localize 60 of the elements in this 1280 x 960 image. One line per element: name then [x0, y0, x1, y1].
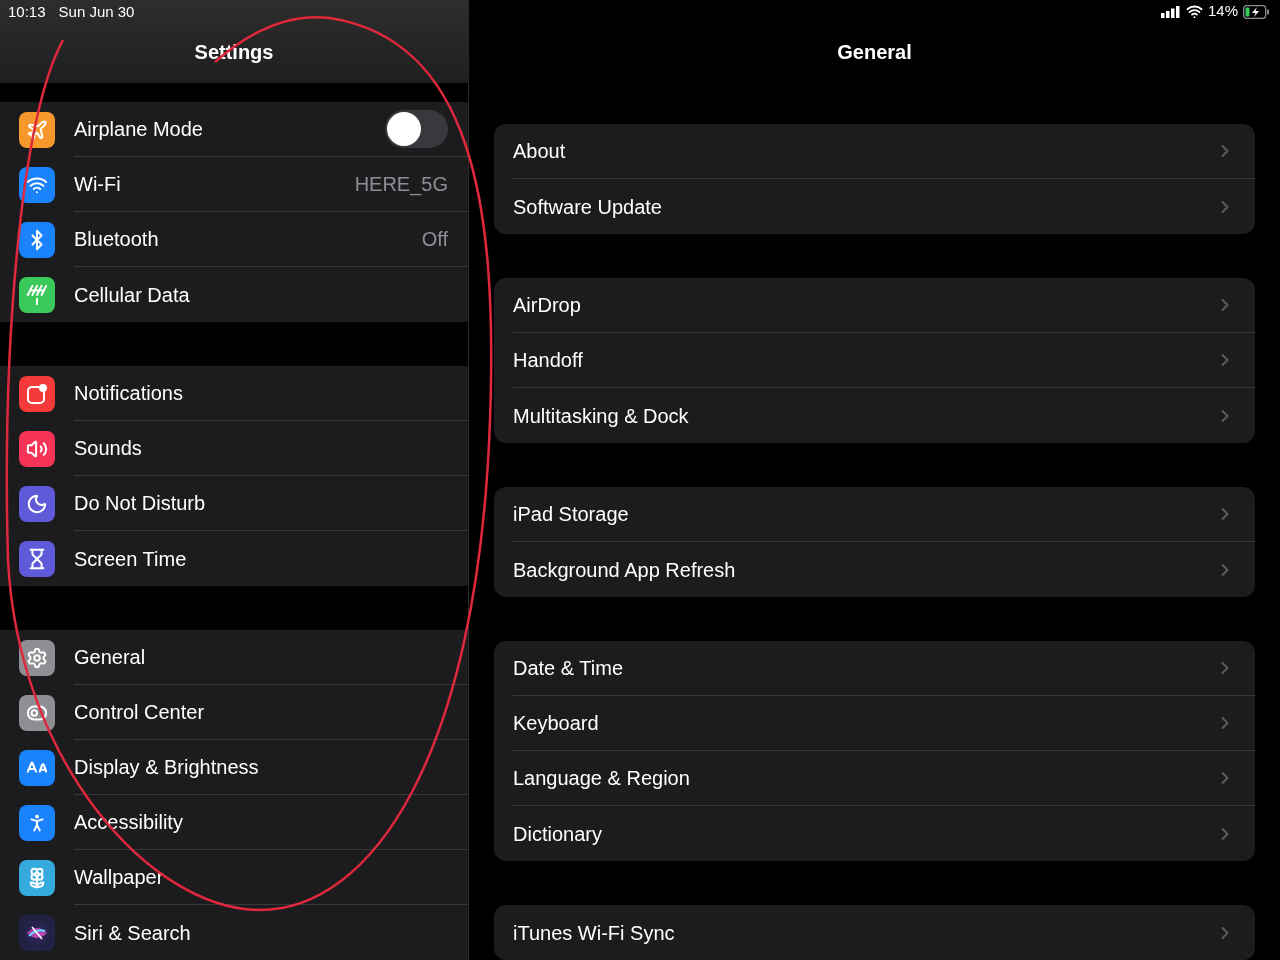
- sidebar-item[interactable]: Notifications: [0, 366, 468, 421]
- row-label: Software Update: [513, 194, 663, 220]
- sidebar-item[interactable]: Bluetooth Off: [0, 212, 468, 267]
- row-label: Language & Region: [513, 766, 691, 791]
- row-label: Dictionary: [513, 821, 603, 847]
- sidebar-item[interactable]: Wi-Fi HERE_5G: [0, 157, 468, 212]
- item-label: Wallpaper: [74, 865, 165, 890]
- sidebar-item[interactable]: Display & Brightness: [0, 740, 468, 795]
- settings-row[interactable]: Multitasking & Dock: [494, 388, 1255, 443]
- sidebar-item[interactable]: Sounds: [0, 421, 468, 476]
- sidebar-item[interactable]: Airplane Mode: [0, 102, 468, 157]
- wifi-icon: [1185, 3, 1203, 20]
- settings-row[interactable]: iTunes Wi-Fi Sync: [494, 905, 1255, 960]
- item-label: Screen Time: [74, 546, 188, 572]
- row-label: Date & Time: [513, 656, 625, 681]
- item-label: General: [74, 645, 147, 670]
- sidebar-item[interactable]: Wallpaper: [0, 850, 468, 905]
- row-label: Keyboard: [513, 711, 600, 736]
- status-date: Sun Jun 30: [58, 2, 135, 23]
- page-title: General: [837, 40, 912, 65]
- item-label: Cellular Data: [74, 282, 191, 308]
- row-label: iPad Storage: [513, 502, 630, 527]
- sidebar-item[interactable]: Cellular Data: [0, 267, 468, 322]
- battery-percent: 14%: [1207, 1, 1238, 22]
- settings-row[interactable]: Keyboard: [494, 696, 1255, 751]
- item-label: Siri & Search: [74, 920, 192, 946]
- settings-row[interactable]: AirDrop: [494, 278, 1255, 333]
- sidebar-item[interactable]: Siri & Search: [0, 905, 468, 960]
- row-label: iTunes Wi-Fi Sync: [513, 920, 676, 946]
- settings-row[interactable]: Language & Region: [494, 751, 1255, 806]
- row-label: Multitasking & Dock: [513, 403, 690, 429]
- item-value: HERE_5G: [354, 172, 448, 198]
- status-time: 10:13: [8, 2, 46, 23]
- item-label: Control Center: [74, 700, 206, 725]
- row-label: Handoff: [513, 348, 584, 373]
- item-label: Notifications: [74, 381, 184, 406]
- sidebar-item[interactable]: Control Center: [0, 685, 468, 740]
- settings-row[interactable]: Dictionary: [494, 806, 1255, 861]
- settings-row[interactable]: Software Update: [494, 179, 1255, 234]
- item-label: Sounds: [74, 436, 143, 461]
- row-label: Background App Refresh: [513, 557, 737, 583]
- settings-row[interactable]: Background App Refresh: [494, 542, 1255, 597]
- item-label: Airplane Mode: [74, 117, 204, 142]
- settings-row[interactable]: iPad Storage: [494, 487, 1255, 542]
- settings-row[interactable]: Handoff: [494, 333, 1255, 388]
- row-label: AirDrop: [513, 293, 582, 318]
- item-label: Do Not Disturb: [74, 491, 207, 516]
- item-value: Off: [421, 227, 448, 252]
- toggle-switch[interactable]: [385, 110, 448, 148]
- sidebar-item[interactable]: General: [0, 630, 468, 685]
- sidebar-item[interactable]: Screen Time: [0, 531, 468, 586]
- row-label: About: [513, 139, 567, 164]
- item-label: Display & Brightness: [74, 755, 260, 780]
- settings-row[interactable]: Date & Time: [494, 641, 1255, 696]
- item-label: Bluetooth: [74, 227, 160, 252]
- item-label: Wi-Fi: [74, 172, 122, 197]
- settings-row[interactable]: About: [494, 124, 1255, 179]
- sidebar-item[interactable]: Do Not Disturb: [0, 476, 468, 531]
- signal-icon: [1160, 5, 1181, 18]
- battery-charging-icon: [1243, 4, 1270, 19]
